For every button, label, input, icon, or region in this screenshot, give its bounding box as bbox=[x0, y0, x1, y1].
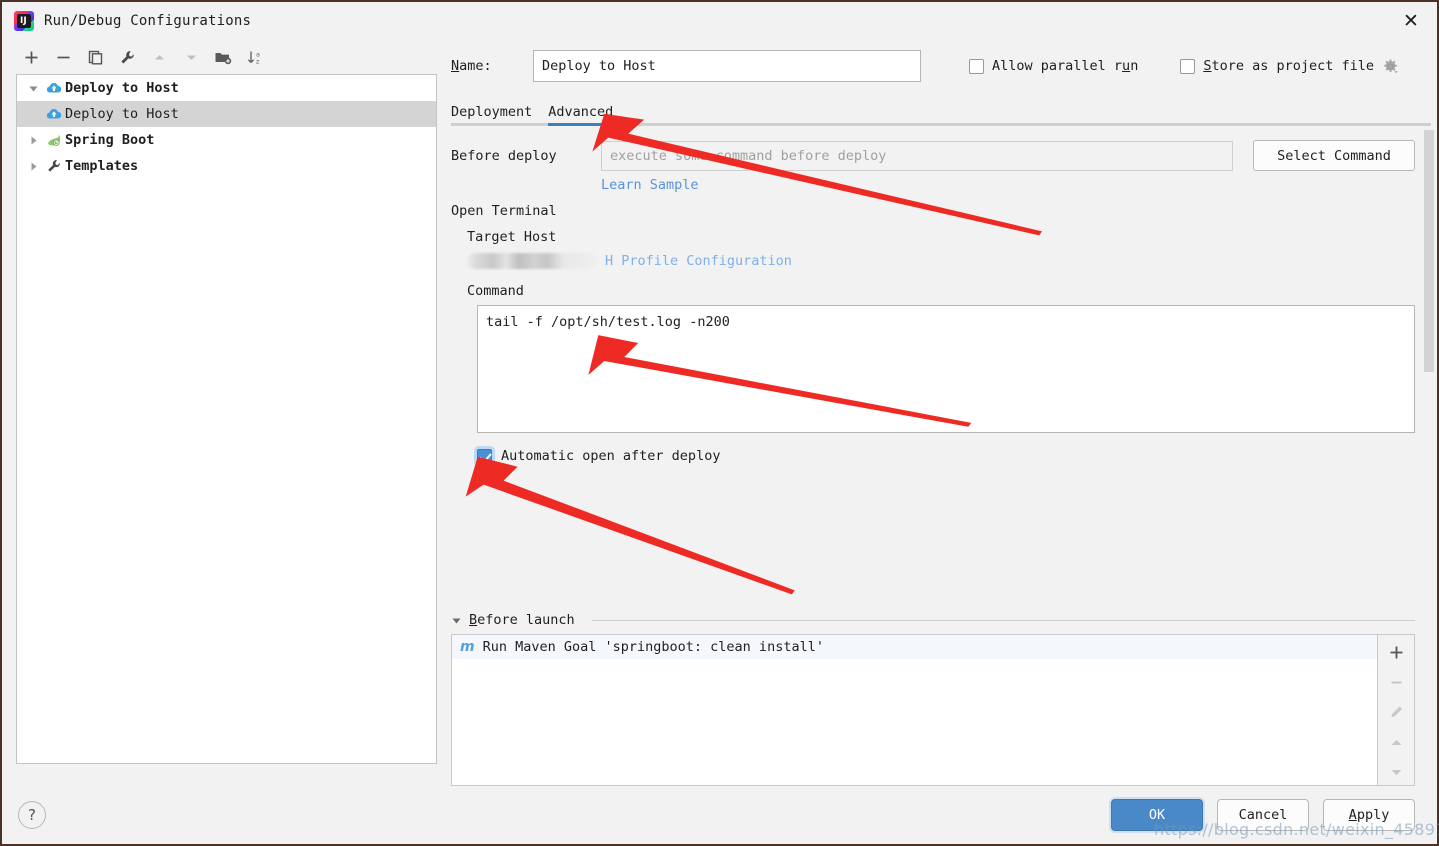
select-command-button[interactable]: Select Command bbox=[1253, 140, 1415, 171]
dialog-buttons: OK Cancel Apply bbox=[1111, 799, 1415, 831]
sort-az-icon[interactable]: a z bbox=[240, 43, 270, 71]
section-divider bbox=[591, 619, 1415, 621]
tree-item-spring-boot[interactable]: Spring Boot bbox=[17, 127, 436, 153]
learn-sample-link[interactable]: Learn Sample bbox=[601, 177, 699, 193]
command-textarea[interactable]: tail -f /opt/sh/test.log -n200 bbox=[477, 305, 1415, 433]
automatic-open-after-deploy-checkbox[interactable]: Automatic open after deploy bbox=[477, 448, 1415, 464]
checkbox-box[interactable] bbox=[477, 448, 492, 464]
ssh-profile-configuration-link[interactable]: H Profile Configuration bbox=[605, 253, 792, 269]
target-host-value-row[interactable]: H Profile Configuration bbox=[467, 253, 1415, 269]
tree-item-templates[interactable]: Templates bbox=[17, 153, 436, 179]
configurations-pane: a z Deploy to Host Deploy to Host Spring… bbox=[2, 40, 437, 786]
scrollbar-thumb[interactable] bbox=[1424, 130, 1434, 372]
chevron-right-icon[interactable] bbox=[23, 161, 43, 172]
gear-dropdown-icon[interactable] bbox=[1382, 58, 1399, 75]
move-task-up-button bbox=[1379, 729, 1413, 755]
add-configuration-button[interactable] bbox=[16, 43, 46, 71]
redacted-host-value bbox=[467, 253, 597, 269]
copy-icon[interactable] bbox=[80, 43, 110, 71]
tree-item-deploy-to-host[interactable]: Deploy to Host bbox=[17, 101, 436, 127]
form-scrollbar[interactable] bbox=[1423, 126, 1435, 606]
allow-parallel-run-checkbox[interactable]: Allow parallel run bbox=[969, 58, 1138, 74]
command-label: Command bbox=[467, 283, 524, 299]
chevron-down-icon[interactable] bbox=[23, 83, 43, 94]
before-launch-toolbar bbox=[1377, 634, 1415, 786]
target-host-label: Target Host bbox=[467, 229, 557, 245]
allow-parallel-run-label: Allow parallel run bbox=[992, 58, 1139, 74]
open-terminal-label: Open Terminal bbox=[451, 203, 557, 219]
apply-button[interactable]: Apply bbox=[1323, 799, 1415, 831]
before-deploy-row: Before deploy Select Command bbox=[451, 140, 1415, 171]
folder-add-icon[interactable] bbox=[208, 43, 238, 71]
store-as-project-file-checkbox[interactable]: Store as project file bbox=[1180, 58, 1374, 74]
wrench-icon[interactable] bbox=[112, 43, 142, 71]
maven-m-icon: m bbox=[460, 639, 475, 655]
editor-tabs: Deployment Advanced bbox=[451, 92, 1437, 126]
dialog-body: a z Deploy to Host Deploy to Host Spring… bbox=[2, 40, 1437, 786]
before-deploy-input[interactable] bbox=[601, 140, 1233, 171]
arrow-up-icon bbox=[144, 43, 174, 71]
configurations-toolbar: a z bbox=[16, 40, 437, 74]
ok-button[interactable]: OK bbox=[1111, 799, 1203, 831]
run-debug-configurations-dialog: IJ Run/Debug Configurations ✕ a z Deploy… bbox=[0, 0, 1439, 846]
name-row: Name: Allow parallel run Store as projec… bbox=[451, 40, 1437, 92]
before-launch-body: m Run Maven Goal 'springboot: clean inst… bbox=[451, 634, 1415, 786]
before-launch-task-list[interactable]: m Run Maven Goal 'springboot: clean inst… bbox=[451, 634, 1377, 786]
add-task-button[interactable] bbox=[1379, 639, 1413, 665]
cloud-upload-icon bbox=[43, 81, 65, 95]
advanced-tab-form: Before deploy Select Command Learn Sampl… bbox=[451, 126, 1437, 606]
close-icon[interactable]: ✕ bbox=[1385, 2, 1437, 40]
help-icon[interactable]: ? bbox=[18, 801, 46, 829]
task-label: Run Maven Goal 'springboot: clean instal… bbox=[482, 639, 824, 655]
name-input[interactable] bbox=[533, 50, 921, 82]
tree-item-deploy-to-host-group[interactable]: Deploy to Host bbox=[17, 75, 436, 101]
move-task-down-button bbox=[1379, 759, 1413, 785]
dialog-title: Run/Debug Configurations bbox=[44, 13, 252, 29]
remove-task-button bbox=[1379, 669, 1413, 695]
before-deploy-label: Before deploy bbox=[451, 147, 557, 164]
spring-leaf-icon bbox=[43, 133, 65, 148]
arrow-down-icon bbox=[176, 43, 206, 71]
before-launch-section: Before launch m Run Maven Goal 'springbo… bbox=[451, 606, 1437, 786]
configuration-editor-pane: Name: Allow parallel run Store as projec… bbox=[437, 40, 1437, 786]
automatic-open-after-deploy-label: Automatic open after deploy bbox=[501, 448, 721, 464]
before-launch-header: Before launch bbox=[451, 606, 1415, 634]
store-as-project-file-label: Store as project file bbox=[1203, 58, 1375, 74]
tree-item-label: Deploy to Host bbox=[65, 106, 179, 122]
before-launch-title: Before launch bbox=[469, 612, 575, 628]
wrench-icon bbox=[43, 158, 65, 174]
checkbox-box[interactable] bbox=[1180, 58, 1196, 74]
tree-item-label: Deploy to Host bbox=[65, 80, 179, 96]
checkbox-box[interactable] bbox=[969, 58, 984, 74]
tree-item-label: Spring Boot bbox=[65, 132, 155, 148]
name-label: Name: bbox=[451, 58, 492, 74]
chevron-down-icon[interactable] bbox=[451, 615, 462, 626]
chevron-right-icon[interactable] bbox=[23, 135, 43, 146]
cloud-upload-icon bbox=[43, 107, 65, 121]
dialog-titlebar: IJ Run/Debug Configurations ✕ bbox=[2, 2, 1437, 40]
pencil-icon bbox=[1379, 699, 1413, 725]
list-item[interactable]: m Run Maven Goal 'springboot: clean inst… bbox=[452, 635, 1377, 659]
svg-text:z: z bbox=[256, 57, 260, 65]
intellij-idea-icon: IJ bbox=[14, 11, 34, 31]
dialog-footer: ? OK Cancel Apply bbox=[2, 786, 1437, 844]
tree-item-label: Templates bbox=[65, 158, 139, 174]
cancel-button[interactable]: Cancel bbox=[1217, 799, 1309, 831]
configurations-tree[interactable]: Deploy to Host Deploy to Host Spring Boo… bbox=[16, 74, 437, 764]
remove-configuration-button[interactable] bbox=[48, 43, 78, 71]
